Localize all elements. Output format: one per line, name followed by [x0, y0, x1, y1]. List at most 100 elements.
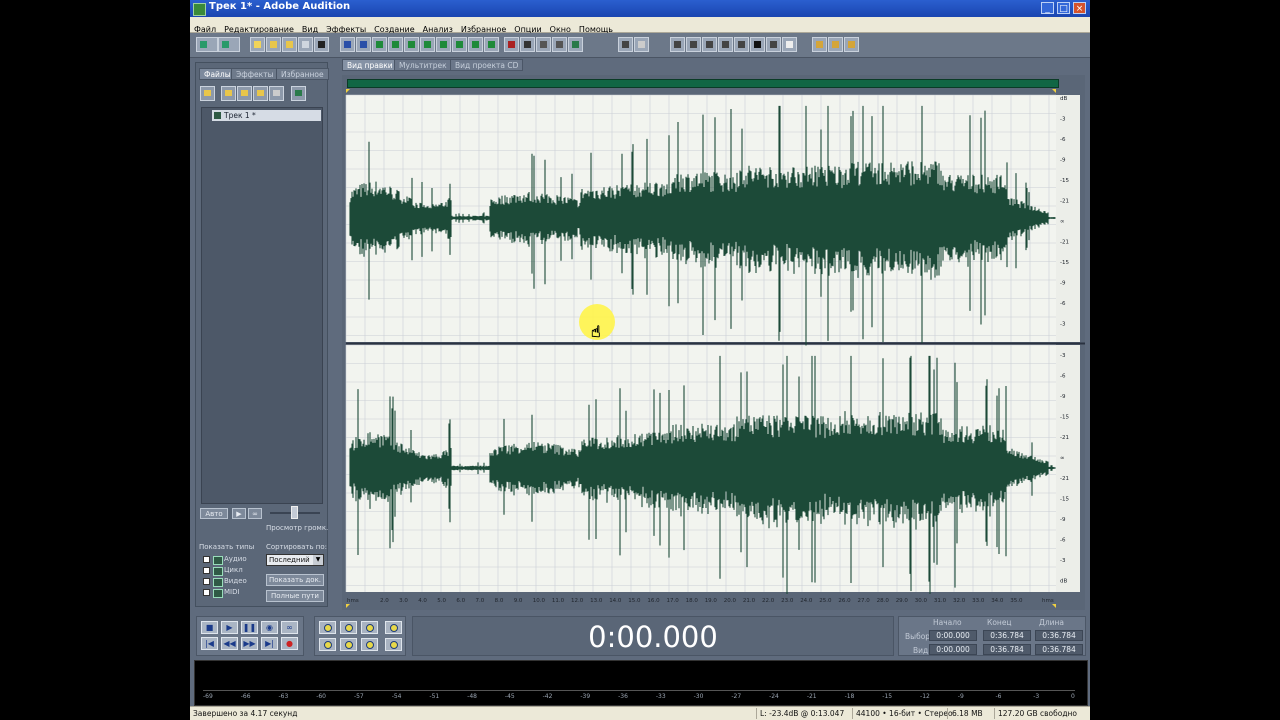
new-file-icon[interactable] [250, 37, 265, 52]
close-file-icon[interactable] [237, 86, 252, 101]
insert-multitrack-icon[interactable] [269, 86, 284, 101]
zoom-out-horizontal-icon[interactable] [340, 621, 357, 634]
close-button[interactable]: × [1073, 2, 1086, 14]
tab-edit-view[interactable]: Вид правки [342, 59, 398, 71]
grid-view-icon[interactable] [568, 37, 583, 52]
help-icon[interactable] [844, 37, 859, 52]
loop-button[interactable]: ∞ [281, 621, 298, 634]
paste-icon[interactable] [420, 37, 435, 52]
favorites-icon[interactable] [828, 37, 843, 52]
type-audio-checkbox[interactable] [203, 556, 210, 563]
ruler-tick-label: 14.0 [609, 598, 622, 604]
tab-favorites[interactable]: Избранное [276, 68, 329, 80]
full-paths-button[interactable]: Полные пути [266, 590, 324, 602]
zoom-in-vertical-icon[interactable] [385, 621, 402, 634]
undo-icon[interactable] [340, 37, 355, 52]
time-select-tool-icon[interactable] [618, 37, 633, 52]
play-button[interactable]: ▶ [221, 621, 238, 634]
spectral-pan-icon[interactable] [536, 37, 551, 52]
view-end-field[interactable]: 0:36.784 [983, 644, 1031, 655]
auto-play-button[interactable]: Авто [200, 508, 228, 519]
zoom-left-icon[interactable] [319, 638, 336, 651]
type-audio-label: Аудио [224, 555, 247, 563]
selection-length-field[interactable]: 0:36.784 [1035, 630, 1083, 641]
maximize-button[interactable]: □ [1057, 2, 1070, 14]
marquee-tool-icon[interactable] [634, 37, 649, 52]
transport-area: ■ ▶ ❚❚ ◉ ∞ |◀ ◀◀ ▶▶ ▶| ● 0:00.000 Начало… [190, 612, 1090, 659]
open-file-icon[interactable] [266, 37, 281, 52]
show-dock-button[interactable]: Показать док. [266, 574, 324, 586]
title-bar[interactable]: Трек 1* - Adobe Audition _ □ × [190, 0, 1090, 17]
paste-new-icon[interactable] [468, 37, 483, 52]
settings-icon[interactable] [812, 37, 827, 52]
import-file-icon[interactable] [200, 86, 215, 101]
db-tick-label: -15 [1060, 260, 1069, 266]
marker3-icon[interactable] [702, 37, 717, 52]
trim-icon[interactable] [452, 37, 467, 52]
file-list[interactable]: Трек 1 * [201, 107, 323, 504]
app-icon [193, 3, 206, 16]
zoom-selection-icon[interactable] [361, 638, 378, 651]
ruler-tick-label: 33.0 [972, 598, 985, 604]
mix-paste-icon[interactable] [436, 37, 451, 52]
view-begin-field[interactable]: 0:00.000 [929, 644, 977, 655]
waveform-view-icon[interactable] [504, 37, 519, 52]
close-file-icon[interactable] [282, 37, 297, 52]
ruler-tick-label: 21.0 [743, 598, 756, 604]
selection-view-panel: Начало Конец Длина Выбор Вид 0:00.000 0:… [898, 616, 1086, 656]
selection-end-field[interactable]: 0:36.784 [983, 630, 1031, 641]
loop-preview-button[interactable]: ∞ [248, 508, 262, 519]
db-tick-label: ∞ [1060, 219, 1065, 225]
tab-cd-project[interactable]: Вид проекта CD [450, 59, 524, 71]
mix-icon[interactable] [484, 37, 499, 52]
zoom-right-icon[interactable] [340, 638, 357, 651]
snap2-icon[interactable] [734, 37, 749, 52]
zoom-in-horizontal-icon[interactable] [319, 621, 336, 634]
view-mode-button[interactable] [196, 37, 218, 52]
redo-icon[interactable] [356, 37, 371, 52]
snap4-icon[interactable] [766, 37, 781, 52]
copy-icon[interactable] [404, 37, 419, 52]
type-loop-checkbox[interactable] [203, 567, 210, 574]
waveform-editor[interactable]: dB -3 -6 -9 -15 -21 ∞ -21 -15 -9 -6 -3 -3 -6 -9 -15 -21 ∞… [342, 75, 1085, 610]
snap-icon[interactable] [718, 37, 733, 52]
save-icon[interactable] [314, 37, 329, 52]
sort-label: Сортировать по: [266, 543, 328, 551]
snap5-icon[interactable] [782, 37, 797, 52]
type-video-checkbox[interactable] [203, 578, 210, 585]
record-button[interactable]: ● [281, 637, 298, 650]
cd-icon[interactable] [298, 37, 313, 52]
stop-button[interactable]: ■ [201, 621, 218, 634]
fast-forward-button[interactable]: ▶▶ [241, 637, 258, 650]
type-midi-checkbox[interactable] [203, 589, 210, 596]
sort-dropdown[interactable]: Последний ▼ [266, 554, 324, 566]
status-format: 44100 • 16-бит • Стерео [856, 709, 953, 718]
file-item[interactable]: Трек 1 * [212, 110, 321, 121]
go-to-start-button[interactable]: |◀ [201, 637, 218, 650]
tab-effects[interactable]: Эффекты [231, 68, 279, 80]
insert-cd-icon[interactable] [291, 86, 306, 101]
view-length-field[interactable]: 0:36.784 [1035, 644, 1083, 655]
pause-button[interactable]: ❚❚ [241, 621, 258, 634]
zoom-full-icon[interactable] [361, 621, 378, 634]
tab-multitrack[interactable]: Мультитрек [394, 59, 452, 71]
waveform-display[interactable]: dB -3 -6 -9 -15 -21 ∞ -21 -15 -9 -6 -3 -3 -6 -9 -15 -21 ∞… [342, 75, 1085, 610]
snap3-icon[interactable] [750, 37, 765, 52]
selection-begin-field[interactable]: 0:00.000 [929, 630, 977, 641]
play-preview-button[interactable]: ▶ [232, 508, 246, 519]
marker2-icon[interactable] [686, 37, 701, 52]
go-to-end-button[interactable]: ▶| [261, 637, 278, 650]
spectral-view-icon[interactable] [520, 37, 535, 52]
phase-view-icon[interactable] [552, 37, 567, 52]
cut-icon[interactable] [388, 37, 403, 52]
repeat-icon[interactable] [372, 37, 387, 52]
open-folder-icon[interactable] [221, 86, 236, 101]
minimize-button[interactable]: _ [1041, 2, 1054, 14]
rewind-button[interactable]: ◀◀ [221, 637, 238, 650]
play-to-end-button[interactable]: ◉ [261, 621, 278, 634]
edit-file-icon[interactable] [253, 86, 268, 101]
zoom-out-vertical-icon[interactable] [385, 638, 402, 651]
marker-icon[interactable] [670, 37, 685, 52]
multitrack-button[interactable] [218, 37, 240, 52]
preview-volume-thumb[interactable] [291, 506, 298, 519]
